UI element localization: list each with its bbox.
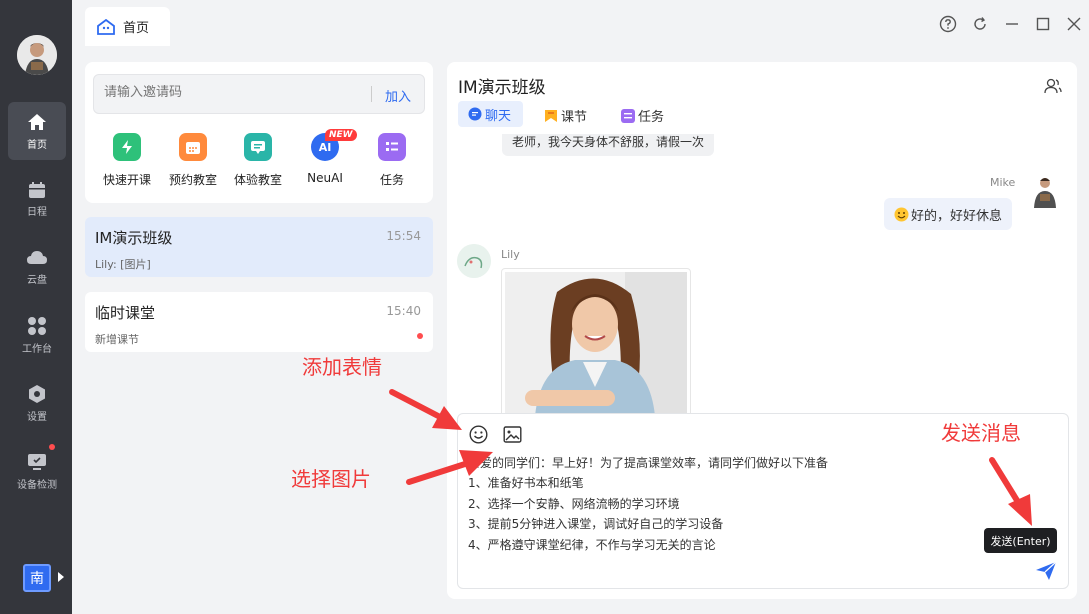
mike-avatar[interactable] [1030, 174, 1060, 208]
sidebar-item-workbench[interactable]: 工作台 [8, 306, 66, 364]
sidebar-item-schedule[interactable]: 日程 [8, 170, 66, 228]
message-bubble: 老师，我今天身体不舒服，请假一次 [502, 134, 715, 156]
conversation-item-temp-class[interactable]: 临时课堂 新增课节 15:40 [85, 292, 433, 352]
quick-action-label: 快速开课 [102, 173, 151, 187]
image-message-photo[interactable] [505, 272, 687, 416]
close-icon[interactable] [1064, 14, 1084, 34]
help-icon[interactable] [938, 14, 958, 34]
annotation-arrow-emoji [389, 389, 462, 430]
conversation-last-message: 新增课节 [95, 333, 139, 346]
send-button[interactable] [1035, 561, 1057, 585]
chat-title: IM演示班级 [458, 78, 546, 98]
sender-name: Lily [501, 248, 520, 261]
notification-dot [49, 444, 55, 450]
divider [371, 86, 372, 102]
quick-action-label: 体验教室 [233, 173, 282, 187]
chat-icon [468, 107, 482, 121]
annotation-select-image: 选择图片 [291, 467, 371, 491]
sidebar-item-device-check[interactable]: 设备检测 [8, 442, 66, 500]
annotation-add-emoji: 添加表情 [302, 355, 382, 379]
conversation-name: IM演示班级 [95, 229, 173, 247]
input-text-line: 4、严格遵守课堂纪律，不作与学习无关的言论 [468, 538, 716, 552]
invite-code-field[interactable]: 加入 [93, 74, 425, 114]
grid-icon [28, 316, 46, 335]
expand-arrow-icon[interactable] [57, 572, 65, 582]
tab-label: 首页 [123, 21, 150, 36]
lily-avatar[interactable] [457, 244, 491, 278]
message-text: 好的，好好休息 [911, 208, 1003, 224]
lightning-icon [113, 133, 141, 161]
tab-lessons[interactable]: 课节 [544, 106, 587, 125]
send-icon [1036, 561, 1057, 580]
minimize-icon[interactable] [1002, 14, 1022, 34]
sidebar-item-home[interactable]: 首页 [8, 102, 66, 160]
quick-action-book-room[interactable]: 预约教室 [163, 133, 223, 188]
conversation-last-message: Lily: [图片] [95, 258, 151, 271]
quick-action-trial-room[interactable]: 体验教室 [228, 133, 288, 188]
home-logo-icon [97, 18, 115, 35]
conversation-time: 15:40 [386, 304, 421, 318]
quick-action-label: 任务 [379, 173, 404, 187]
sidebar-item-settings[interactable]: 设置 [8, 374, 66, 432]
task-icon [378, 133, 406, 161]
tab-tasks[interactable]: 任务 [621, 106, 664, 125]
tab-label: 课节 [561, 110, 588, 125]
image-icon [503, 426, 522, 443]
monitor-icon [28, 453, 46, 470]
members-icon[interactable] [1044, 77, 1062, 99]
home-icon [28, 113, 46, 130]
tab-label: 任务 [638, 110, 665, 125]
tab-label: 聊天 [485, 108, 512, 124]
annotation-arrow-image [406, 450, 493, 485]
maximize-icon[interactable] [1033, 14, 1053, 34]
sidebar-item-label: 首页 [27, 139, 47, 151]
settings-icon [29, 384, 45, 403]
calendar-icon [179, 133, 207, 161]
workspace-badge[interactable]: 南 [23, 564, 51, 592]
chat-board-icon [244, 133, 272, 161]
lesson-icon [545, 109, 557, 122]
new-badge: NEW [325, 129, 357, 141]
quick-action-label: NeuAI [307, 171, 343, 185]
conversation-item-im-demo[interactable]: IM演示班级 Lily: [图片] 15:54 [85, 217, 433, 277]
annotation-arrow-send [989, 457, 1032, 526]
user-avatar[interactable] [17, 35, 57, 75]
refresh-icon[interactable] [970, 14, 990, 34]
input-text-line: 3、提前5分钟进入课堂，调试好自己的学习设备 [468, 517, 724, 531]
sidebar-item-label: 云盘 [27, 274, 47, 286]
tab-chat[interactable]: 聊天 [458, 101, 523, 127]
emoji-smile-icon [894, 207, 909, 221]
input-text-line: 亲爱的同学们：早上好！为了提高课堂效率，请同学们做好以下准备 [468, 456, 829, 470]
sidebar-item-label: 工作台 [22, 343, 52, 355]
calendar-icon [29, 181, 45, 198]
conversation-name: 临时课堂 [95, 304, 156, 322]
quick-action-tasks[interactable]: 任务 [362, 133, 422, 188]
conversation-time: 15:54 [386, 229, 421, 243]
message-bubble-mike: 好的，好好休息 [884, 198, 1013, 230]
task-icon [621, 108, 635, 123]
join-button[interactable]: 加入 [385, 86, 411, 105]
sender-name: Mike [990, 176, 1016, 189]
sidebar-item-label: 设置 [27, 411, 47, 423]
cloud-icon [27, 250, 47, 264]
sidebar-item-label: 设备检测 [17, 479, 57, 491]
tab-home[interactable]: 首页 [85, 7, 170, 46]
quick-action-label: 预约教室 [168, 173, 217, 187]
quick-action-fast-class[interactable]: 快速开课 [97, 133, 157, 188]
sidebar-item-label: 日程 [27, 206, 47, 218]
sidebar-item-cloud[interactable]: 云盘 [8, 238, 66, 296]
image-button[interactable] [503, 425, 522, 448]
invite-code-input[interactable] [104, 85, 354, 100]
annotation-send-message: 发送消息 [941, 421, 1021, 445]
unread-dot [417, 333, 423, 339]
